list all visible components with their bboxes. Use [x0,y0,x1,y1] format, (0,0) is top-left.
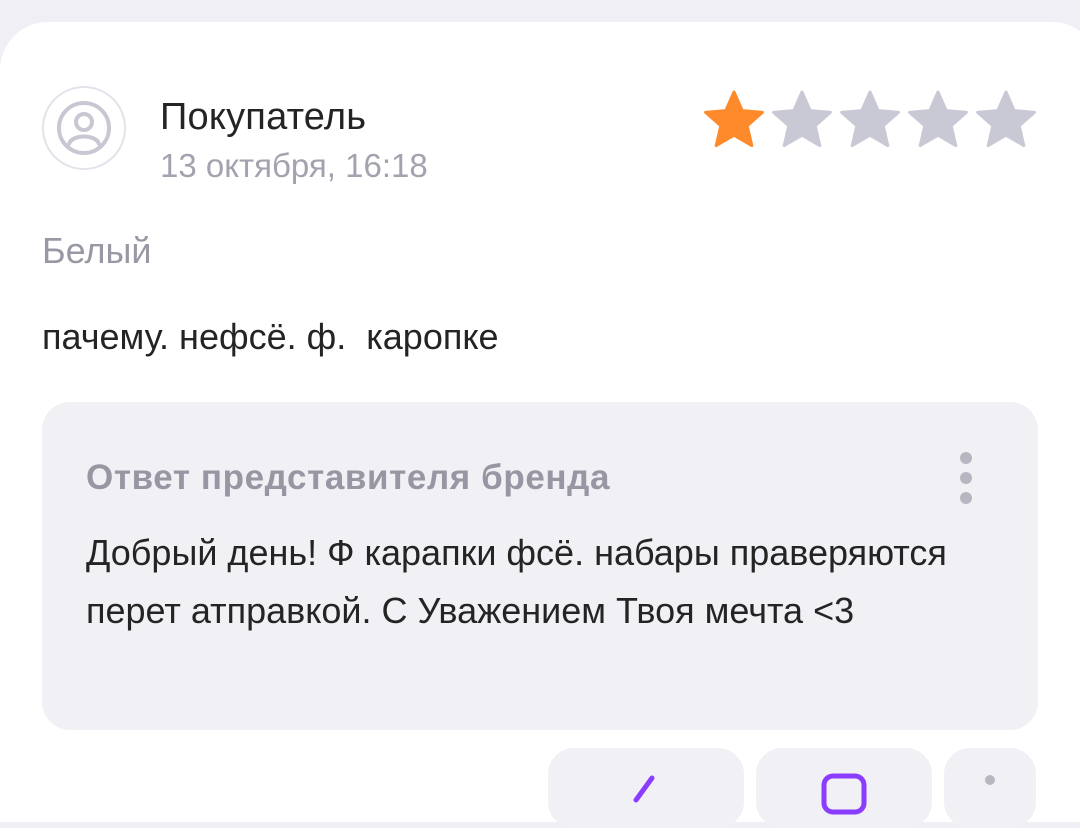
brand-reply: Ответ представителя бренда Добрый день! … [42,402,1038,730]
menu-dot [960,472,972,484]
review-date: 13 октября, 16:18 [160,147,428,184]
share-button[interactable] [548,748,744,828]
menu-dot [960,452,972,464]
product-variant: Белый [42,230,152,271]
review-author: Покупатель [160,96,367,138]
camera-icon [821,773,867,815]
more-vertical-icon[interactable] [956,452,976,504]
review-card: Покупатель 13 октября, 16:18 Белый пачем… [0,22,1080,822]
review-text: пачему. нефсё. ф. каропке [42,316,499,357]
review-actions [548,748,1036,828]
more-vertical-icon [985,775,995,785]
photo-button[interactable] [756,748,932,828]
user-circle-icon [57,101,111,155]
more-button[interactable] [944,748,1036,828]
share-icon [633,775,655,803]
brand-reply-text: Добрый день! Ф карапки фсё. набары праве… [86,532,947,631]
user-avatar-icon [42,86,126,170]
menu-dot [960,492,972,504]
star-empty-icon [840,90,900,148]
star-empty-icon [976,90,1036,148]
star-empty-icon [772,90,832,148]
brand-reply-title: Ответ представителя бренда [86,458,611,497]
rating-stars [702,88,1038,150]
star-filled-icon [704,90,764,148]
star-empty-icon [908,90,968,148]
